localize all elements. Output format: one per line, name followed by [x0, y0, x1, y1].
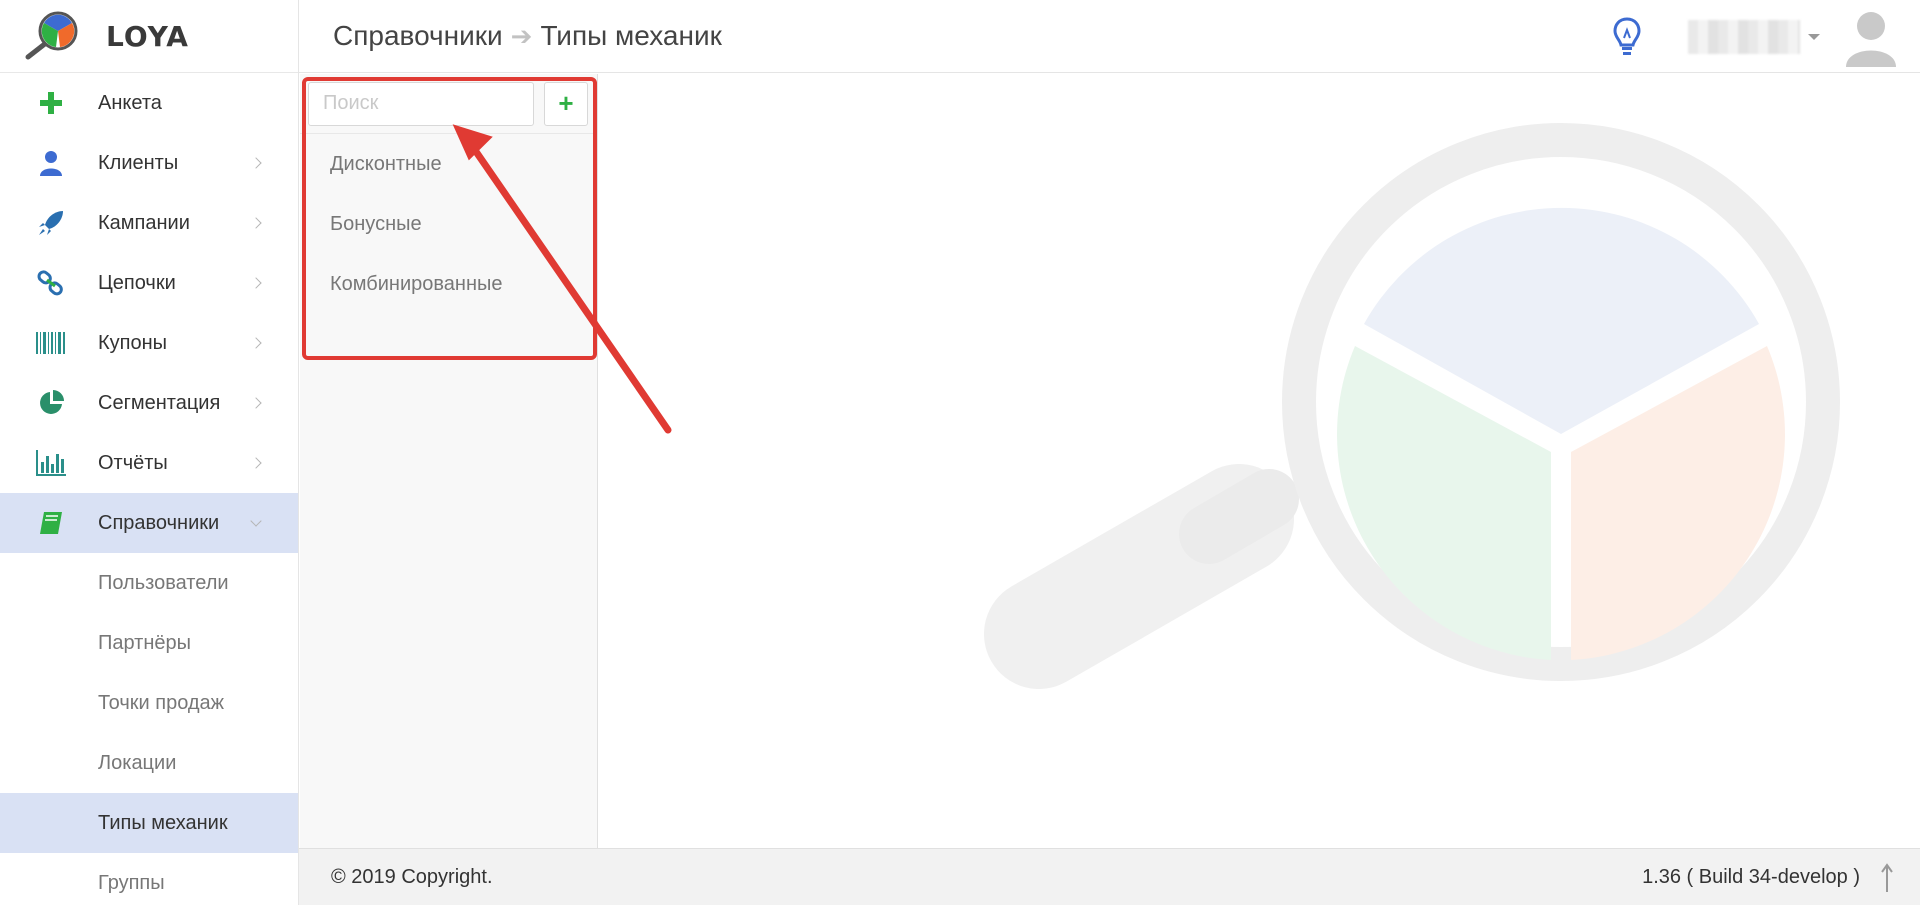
arrow-right-icon: ➔ [510, 20, 533, 51]
caret-down-icon[interactable] [1808, 33, 1820, 40]
chevron-right-icon [250, 457, 262, 469]
arrow-up-icon[interactable] [1880, 863, 1894, 893]
sidebar-item-reports[interactable]: Отчёты [0, 433, 298, 493]
sidebar-item-label: Клиенты [98, 151, 179, 174]
sidebar-item-label: Сегментация [98, 391, 221, 414]
app-root: LOYA Анкета Клиенты Кампании Цепочки Куп… [0, 0, 1920, 905]
user-icon [34, 146, 68, 180]
chevron-right-icon [250, 277, 262, 289]
sidebar-item-segmentation[interactable]: Сегментация [0, 373, 298, 433]
breadcrumb-item-current: Типы механик [540, 20, 722, 51]
avatar[interactable] [1844, 7, 1898, 67]
main-content [599, 74, 1920, 848]
mechanic-types-list: Дисконтные Бонусные Комбинированные [300, 134, 597, 314]
sidebar-item-directories[interactable]: Справочники [0, 493, 298, 553]
chevron-right-icon [250, 157, 262, 169]
sidebar-subitem-users[interactable]: Пользователи [0, 553, 298, 613]
version-text: 1.36 ( Build 34-develop ) [1642, 865, 1860, 888]
book-icon [34, 506, 68, 540]
sidebar-item-label: Анкета [98, 91, 162, 114]
sidebar-subitem-groups[interactable]: Группы [0, 853, 298, 905]
list-item[interactable]: Комбинированные [300, 254, 597, 314]
chain-link-icon [34, 266, 68, 300]
list-item[interactable]: Дисконтные [300, 134, 597, 194]
header-actions [1612, 0, 1920, 73]
sidebar-item-clients[interactable]: Клиенты [0, 133, 298, 193]
sidebar: LOYA Анкета Клиенты Кампании Цепочки Куп… [0, 0, 299, 905]
add-button[interactable]: + [544, 81, 588, 126]
breadcrumb-item-directories[interactable]: Справочники [333, 20, 503, 52]
sidebar-item-label: Отчёты [98, 451, 168, 474]
chevron-down-icon [250, 515, 262, 527]
sidebar-subitem-partners[interactable]: Партнёры [0, 613, 298, 673]
pie-chart-icon [34, 386, 68, 420]
magnifier-pie-watermark-icon [984, 123, 1840, 689]
bar-chart-icon [34, 446, 68, 480]
sidebar-item-coupons[interactable]: Купоны [0, 313, 298, 373]
chevron-right-icon [250, 337, 262, 349]
sidebar-subitem-locations[interactable]: Локации [0, 733, 298, 793]
breadcrumb: Справочники ➔ Типы механик [333, 20, 722, 52]
sidebar-subitem-sale-points[interactable]: Точки продаж [0, 673, 298, 733]
plus-icon: + [558, 88, 574, 118]
list-toolbar: + [300, 74, 597, 134]
rocket-icon [34, 206, 68, 240]
sidebar-item-campaigns[interactable]: Кампании [0, 193, 298, 253]
search-input[interactable] [308, 81, 534, 126]
copyright-text: © 2019 Copyright. [331, 865, 493, 888]
list-item[interactable]: Бонусные [300, 194, 597, 254]
sidebar-item-label: Цепочки [98, 271, 176, 294]
sidebar-item-chains[interactable]: Цепочки [0, 253, 298, 313]
sidebar-item-anketa[interactable]: Анкета [0, 73, 298, 133]
mechanic-types-list-panel: + Дисконтные Бонусные Комбинированные [300, 74, 598, 848]
plus-icon [34, 86, 68, 120]
barcode-icon [34, 326, 68, 360]
sidebar-subnav: Пользователи Партнёры Точки продаж Локац… [0, 553, 298, 905]
chevron-right-icon [250, 397, 262, 409]
brand[interactable]: LOYA [0, 0, 298, 73]
sidebar-item-label: Купоны [98, 331, 168, 354]
chevron-right-icon [250, 217, 262, 229]
top-header: Справочники ➔ Типы механик [299, 0, 1920, 73]
loya-logo-icon [25, 11, 78, 60]
sidebar-item-label: Кампании [98, 211, 190, 234]
footer: © 2019 Copyright. 1.36 ( Build 34-develo… [299, 848, 1920, 905]
user-name-blurred[interactable] [1688, 19, 1800, 54]
brand-name: LOYA [106, 19, 189, 53]
sidebar-subitem-mechanic-types[interactable]: Типы механик [0, 793, 298, 853]
sidebar-item-label: Справочники [98, 511, 220, 534]
lightbulb-icon[interactable] [1612, 16, 1642, 58]
sidebar-nav: Анкета Клиенты Кампании Цепочки Купоны С… [0, 73, 298, 553]
